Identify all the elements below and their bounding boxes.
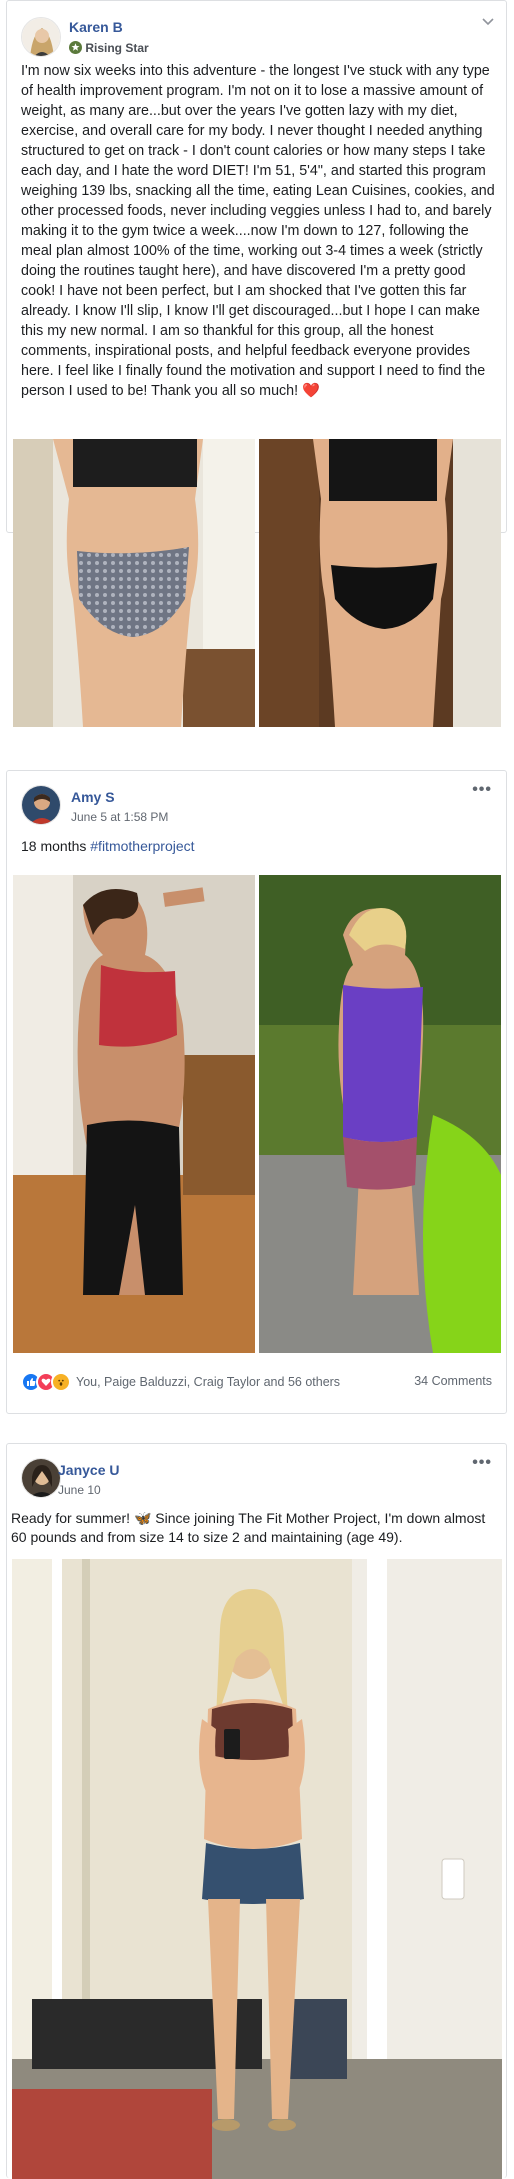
author-name[interactable]: Janyce U — [58, 1462, 119, 1478]
post-body-start: Ready for summer! — [11, 1510, 134, 1526]
post-body: 18 months — [21, 838, 91, 854]
star-icon — [69, 41, 82, 57]
hashtag-link[interactable]: #fitmotherproject — [90, 838, 194, 854]
post-photo[interactable] — [13, 439, 501, 727]
post-body: I'm now six weeks into this adventure - … — [21, 63, 495, 399]
author-name[interactable]: Karen B — [69, 19, 123, 35]
heart-emoji: ❤️ — [302, 383, 320, 399]
chevron-down-icon[interactable] — [482, 13, 494, 29]
reaction-summary[interactable]: You, Paige Balduzzi, Craig Taylor and 56… — [21, 1372, 340, 1392]
wow-reaction-icon — [51, 1372, 71, 1392]
post-text: Ready for summer! 🦋 Since joining The Fi… — [11, 1509, 501, 1547]
reactions-bar: You, Paige Balduzzi, Craig Taylor and 56… — [7, 1372, 506, 1392]
post-timestamp[interactable]: June 10 — [58, 1483, 101, 1497]
post-timestamp[interactable]: June 5 at 1:58 PM — [71, 810, 168, 824]
post-text: I'm now six weeks into this adventure - … — [21, 61, 499, 401]
post-photo[interactable] — [12, 1559, 502, 2179]
more-options-icon[interactable]: ••• — [472, 781, 492, 799]
post-card-janyce: Janyce U June 10 ••• Ready for summer! 🦋… — [6, 1443, 507, 2179]
badge-label: Rising Star — [85, 41, 149, 55]
avatar[interactable] — [21, 17, 61, 57]
more-options-icon[interactable]: ••• — [472, 1454, 492, 1472]
author-badge: Rising Star — [69, 41, 149, 57]
post-card-amy: Amy S June 5 at 1:58 PM ••• 18 months #f… — [6, 770, 507, 1414]
post-card-karen: Karen B Rising Star I'm now six weeks in… — [6, 0, 507, 727]
post-text: 18 months #fitmotherproject — [21, 836, 499, 856]
post-photo[interactable] — [13, 875, 501, 1353]
comment-count[interactable]: 34 Comments — [414, 1374, 492, 1388]
avatar[interactable] — [21, 785, 61, 825]
avatar[interactable] — [21, 1458, 61, 1498]
reaction-names[interactable]: You, Paige Balduzzi, Craig Taylor and 56… — [76, 1375, 340, 1389]
butterfly-emoji: 🦋 — [133, 1510, 152, 1526]
author-name[interactable]: Amy S — [71, 789, 115, 805]
